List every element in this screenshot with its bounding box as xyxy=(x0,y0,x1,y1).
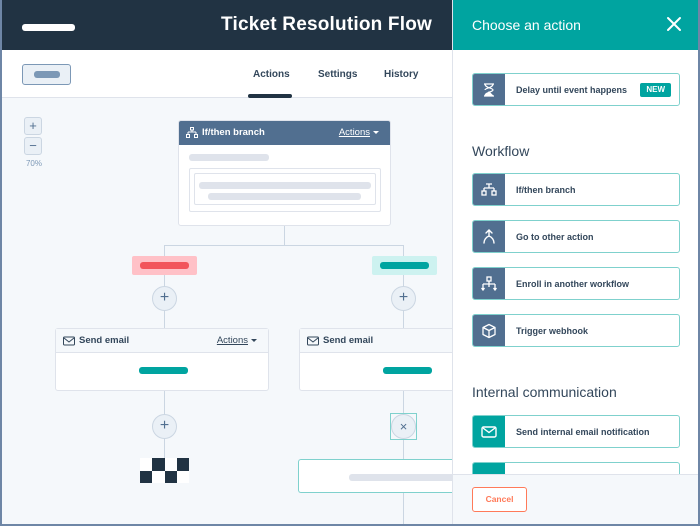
cube-icon xyxy=(473,315,505,346)
sub-navigation: Actions Settings History xyxy=(2,50,452,98)
node-header: If/then branch Actions xyxy=(179,121,390,145)
content-placeholder xyxy=(349,474,459,481)
option-label: Delay until event happens xyxy=(516,85,628,95)
close-icon[interactable] xyxy=(664,14,684,34)
cancel-button[interactable]: Cancel xyxy=(472,487,527,512)
panel-title: Choose an action xyxy=(472,17,581,33)
logo-placeholder[interactable] xyxy=(22,24,75,31)
add-action-button[interactable]: + xyxy=(152,286,177,311)
zoom-in-button[interactable]: + xyxy=(24,117,42,135)
connector-line xyxy=(403,391,404,524)
chevron-down-icon[interactable] xyxy=(373,131,379,134)
workflow-editor: Ticket Resolution Flow Actions Settings … xyxy=(2,0,698,524)
end-flag-icon xyxy=(140,458,189,483)
workflow-canvas[interactable]: + − 70% If/then branch Actions + + Send … xyxy=(2,99,459,524)
node-actions-menu[interactable]: Actions xyxy=(217,335,248,346)
option-label: Trigger webhook xyxy=(516,326,589,336)
send-email-node[interactable]: Send email xyxy=(299,328,459,391)
content-placeholder xyxy=(208,193,361,200)
top-header: Ticket Resolution Flow xyxy=(2,0,452,50)
new-badge: NEW xyxy=(640,83,671,97)
add-action-button[interactable]: + xyxy=(391,286,416,311)
panel-footer: Cancel xyxy=(453,474,698,524)
node-title: Send email xyxy=(323,335,374,346)
action-option-enroll-in-workflow[interactable]: Enroll in another workflow xyxy=(472,267,680,300)
section-heading-internal-communication: Internal communication xyxy=(472,384,617,400)
tab-settings[interactable]: Settings xyxy=(318,69,357,80)
branch-label-placeholder xyxy=(380,262,429,269)
section-heading-workflow: Workflow xyxy=(472,143,530,159)
active-tab-indicator xyxy=(248,94,292,98)
branch-icon xyxy=(473,174,505,205)
back-button[interactable] xyxy=(22,64,71,85)
option-label: Go to other action xyxy=(516,232,594,242)
node-actions-menu[interactable]: Actions xyxy=(339,127,370,138)
send-email-node[interactable]: Send email Actions xyxy=(55,328,269,391)
selected-insert-point[interactable]: × xyxy=(390,413,417,440)
mail-icon xyxy=(63,336,75,346)
condition-box xyxy=(189,168,381,212)
panel-header: Choose an action xyxy=(453,0,698,50)
cancel-insert-button[interactable]: × xyxy=(391,414,416,439)
node-title: Send email xyxy=(79,335,130,346)
new-action-placeholder-node[interactable] xyxy=(298,459,459,493)
content-placeholder xyxy=(199,182,371,189)
add-action-button[interactable]: + xyxy=(152,414,177,439)
action-option-delay-until-event[interactable]: Delay until event happens NEW xyxy=(472,73,680,106)
choose-action-panel: Choose an action Delay until event happe… xyxy=(452,0,698,524)
back-button-label-placeholder xyxy=(34,71,60,78)
zoom-level: 70% xyxy=(25,159,42,168)
chevron-down-icon[interactable] xyxy=(251,339,257,342)
connector-line xyxy=(284,226,285,246)
option-label: Enroll in another workflow xyxy=(516,279,630,289)
action-option-send-internal-email[interactable]: Send internal email notification xyxy=(472,415,680,448)
action-option-trigger-webhook[interactable]: Trigger webhook xyxy=(472,314,680,347)
zoom-out-button[interactable]: − xyxy=(24,137,42,155)
tab-history[interactable]: History xyxy=(384,69,418,80)
workflow-enroll-icon xyxy=(473,268,505,299)
merge-arrow-icon xyxy=(473,221,505,252)
content-placeholder xyxy=(383,367,432,374)
connector-line xyxy=(164,245,404,246)
tab-actions[interactable]: Actions xyxy=(253,69,290,80)
branch-label-placeholder xyxy=(140,262,189,269)
workflow-title[interactable]: Ticket Resolution Flow xyxy=(221,14,432,36)
content-placeholder xyxy=(189,154,269,161)
condition-inner-box xyxy=(194,173,376,205)
node-title: If/then branch xyxy=(202,127,265,138)
node-header: Send email xyxy=(300,329,459,353)
action-option-if-then-branch[interactable]: If/then branch xyxy=(472,173,680,206)
branch-icon xyxy=(186,127,198,138)
mail-icon xyxy=(307,336,319,346)
if-then-branch-node[interactable]: If/then branch Actions xyxy=(178,120,391,226)
action-option-go-to-other-action[interactable]: Go to other action xyxy=(472,220,680,253)
option-label: Send internal email notification xyxy=(516,427,650,437)
branch-label-no[interactable] xyxy=(132,256,197,275)
content-placeholder xyxy=(139,367,188,374)
branch-label-yes[interactable] xyxy=(372,256,437,275)
node-header: Send email Actions xyxy=(56,329,268,353)
hourglass-icon xyxy=(473,74,505,105)
mail-icon xyxy=(473,416,505,447)
option-label: If/then branch xyxy=(516,185,576,195)
